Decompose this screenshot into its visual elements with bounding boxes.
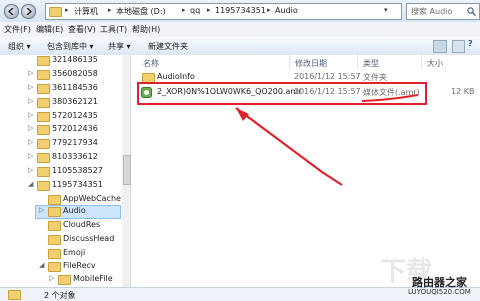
watermark-url: LUYOUQI520.COM (408, 288, 471, 296)
folder-icon (8, 290, 21, 300)
status-count: 2 个对象 (44, 291, 76, 300)
watermark: 下载 路由器之家 LUYOUQI520.COM (380, 257, 480, 300)
